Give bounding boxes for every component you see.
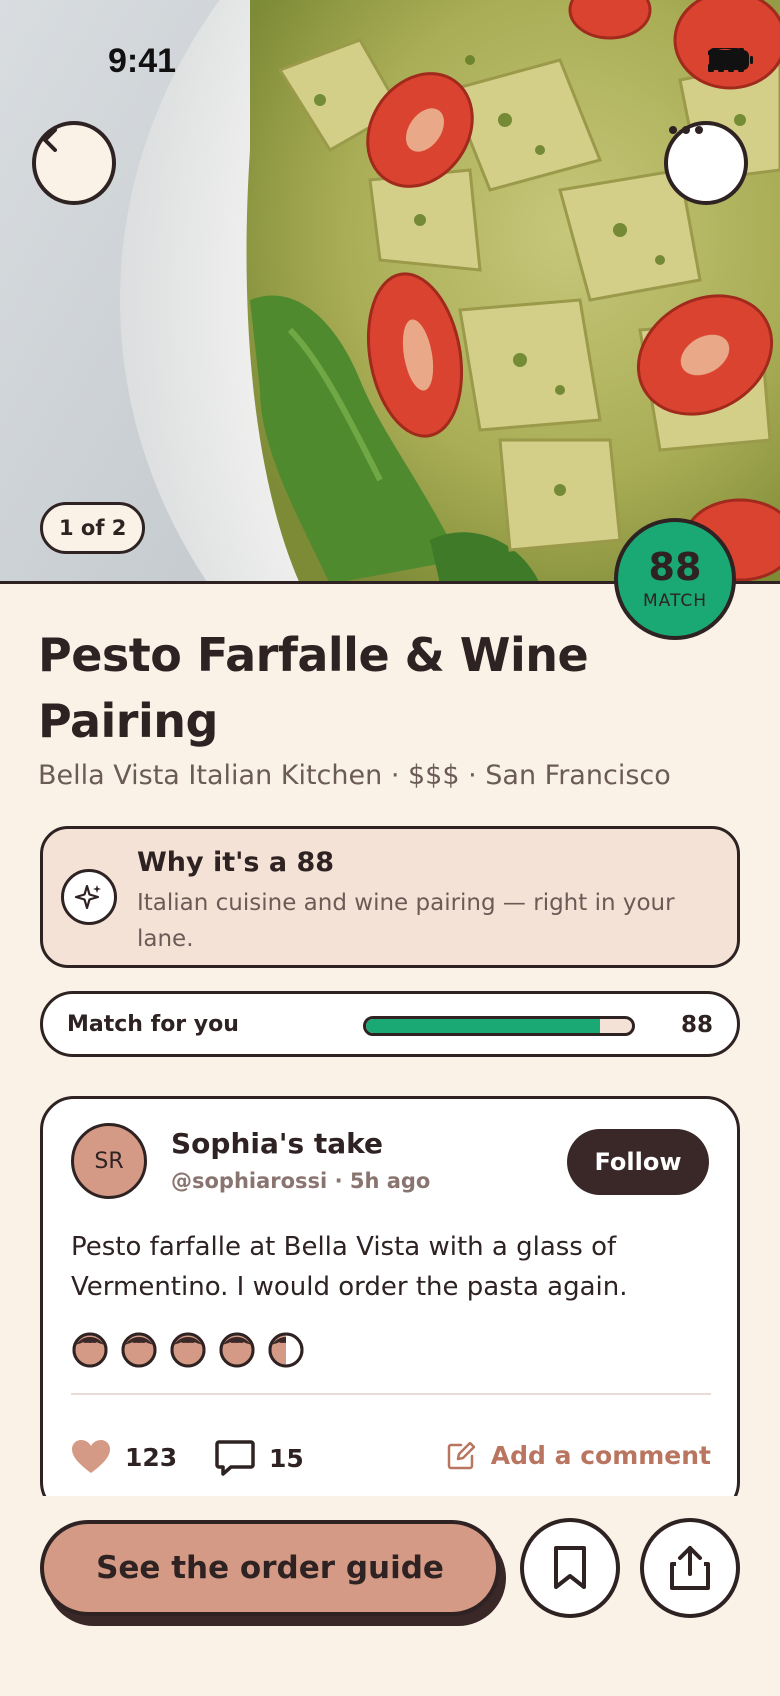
match-row-label: Match for you — [67, 1012, 239, 1037]
comment-count: 15 — [269, 1443, 304, 1473]
rating-meatball-icon — [219, 1332, 255, 1368]
match-row-value: 88 — [680, 1012, 713, 1038]
review-card: SR Sophia's take @sophiarossi · 5h ago F… — [40, 1096, 740, 1516]
reviewer-name[interactable]: Sophia's take — [171, 1127, 383, 1160]
share-button[interactable] — [640, 1518, 740, 1618]
chevron-left-icon — [43, 128, 57, 152]
add-comment-label: Add a comment — [490, 1441, 711, 1470]
rating-meatball-icon — [170, 1332, 206, 1368]
avatar[interactable]: SR — [71, 1123, 147, 1199]
status-time: 9:41 — [108, 42, 177, 80]
dish-title: Pesto Farfalle & Wine Pairing — [38, 628, 589, 748]
rating-meatball-icon — [268, 1332, 304, 1368]
battery-icon — [709, 50, 753, 70]
review-text: Pesto farfalle at Bella Vista with a gla… — [71, 1232, 628, 1302]
match-for-you-row: Match for you 88 — [40, 991, 740, 1057]
match-score: 88 — [648, 545, 702, 589]
bookmark-button[interactable] — [520, 1518, 620, 1618]
status-bar: 9:41 — [0, 0, 780, 120]
comment-button[interactable]: 15 — [215, 1439, 304, 1477]
follow-button[interactable]: Follow — [567, 1129, 709, 1195]
add-comment-button[interactable]: Add a comment — [447, 1441, 711, 1470]
restaurant-info: Bella Vista Italian Kitchen · $$$ · San … — [38, 760, 671, 791]
rating-meatballs — [71, 1331, 305, 1369]
edit-icon — [447, 1441, 475, 1469]
order-guide-button[interactable]: See the order guide — [40, 1520, 500, 1616]
share-icon — [670, 1546, 710, 1590]
like-button[interactable]: 123 — [71, 1439, 177, 1475]
ellipsis-icon — [669, 126, 703, 134]
reviewer-meta: @sophiarossi · 5h ago — [171, 1169, 431, 1193]
match-progress-fill — [366, 1019, 601, 1033]
bookmark-icon — [554, 1546, 586, 1589]
divider — [71, 1393, 711, 1395]
match-progress-bar — [363, 1016, 635, 1036]
photo-counter: 1 of 2 — [40, 502, 146, 554]
more-options-button[interactable] — [664, 121, 748, 205]
hero-photo: 9:41 1 of 2 — [0, 0, 780, 584]
speech-bubble-icon — [215, 1440, 255, 1476]
why-text: Italian cuisine and wine pairing — right… — [137, 890, 675, 952]
rating-meatball-icon — [72, 1332, 108, 1368]
why-title: Why it's a 88 — [137, 847, 335, 878]
match-label: MATCH — [642, 591, 708, 611]
why-card: Why it's a 88 Italian cuisine and wine p… — [40, 826, 740, 968]
rating-meatball-icon — [121, 1332, 157, 1368]
review-actions: 123 15 Add a comment — [71, 1439, 711, 1479]
like-count: 123 — [125, 1442, 178, 1472]
back-button[interactable] — [32, 121, 116, 205]
match-score-badge: 88 MATCH — [614, 518, 736, 640]
heart-icon — [72, 1440, 110, 1473]
sparkle-icon — [61, 869, 117, 925]
